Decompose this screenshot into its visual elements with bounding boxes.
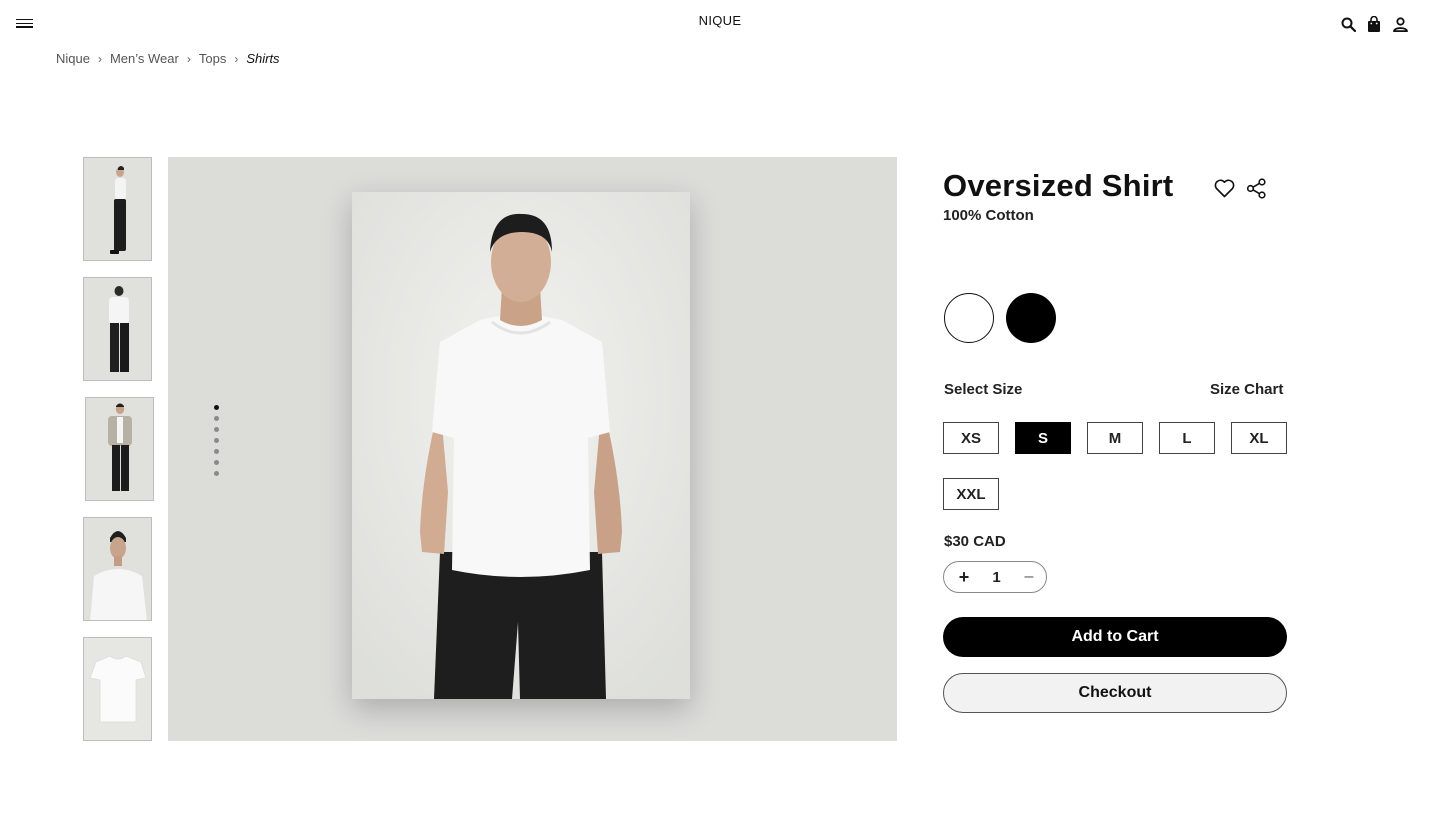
thumbnail-flatlay-view[interactable] [83, 637, 152, 741]
size-button-s[interactable]: S [1015, 422, 1071, 454]
model-photo [352, 192, 690, 699]
account-icon[interactable] [1392, 15, 1408, 33]
quantity-stepper: + 1 – [943, 561, 1047, 593]
breadcrumb-current: Shirts [246, 51, 280, 66]
color-swatch-white[interactable] [944, 293, 994, 343]
share-icon[interactable] [1246, 178, 1267, 199]
product-material: 100% Cotton [943, 207, 1034, 224]
breadcrumb-separator: › [97, 51, 102, 66]
carousel-dot[interactable] [214, 460, 219, 465]
carousel-dots [214, 405, 220, 482]
brand-logo[interactable]: NIQUE [0, 13, 1440, 28]
breadcrumb-separator: › [186, 51, 191, 66]
product-title: Oversized Shirt [943, 168, 1174, 203]
size-button-xl[interactable]: XL [1231, 422, 1287, 454]
header-actions [1340, 15, 1408, 33]
carousel-dot[interactable] [214, 405, 219, 410]
thumbnail-back-view[interactable] [83, 277, 152, 381]
add-to-cart-button[interactable]: Add to Cart [943, 617, 1287, 657]
quantity-increase-button[interactable]: + [957, 568, 971, 586]
breadcrumb: Nique › Men’s Wear › Tops › Shirts [56, 51, 280, 66]
main-product-image [168, 157, 897, 741]
size-button-l[interactable]: L [1159, 422, 1215, 454]
select-size-label: Select Size [944, 381, 1023, 398]
color-swatch-black[interactable] [1006, 293, 1056, 343]
carousel-dot[interactable] [214, 438, 219, 443]
checkout-button[interactable]: Checkout [943, 673, 1287, 713]
search-icon[interactable] [1340, 15, 1356, 33]
breadcrumb-tops[interactable]: Tops [199, 51, 226, 66]
thumbnail-closeup-view[interactable] [83, 517, 152, 621]
heart-icon[interactable] [1214, 179, 1235, 198]
carousel-dot[interactable] [214, 449, 219, 454]
thumbnail-side-view[interactable] [83, 157, 152, 261]
carousel-dot[interactable] [214, 427, 219, 432]
quantity-decrease-button[interactable]: – [1022, 569, 1036, 585]
breadcrumb-separator: › [234, 51, 239, 66]
size-button-m[interactable]: M [1087, 422, 1143, 454]
carousel-dot[interactable] [214, 416, 219, 421]
carousel-dot[interactable] [214, 471, 219, 476]
breadcrumb-mens-wear[interactable]: Men’s Wear [110, 51, 179, 66]
quantity-value[interactable]: 1 [987, 569, 1007, 586]
breadcrumb-nique[interactable]: Nique [56, 51, 90, 66]
size-button-xxl[interactable]: XXL [943, 478, 999, 510]
size-button-xs[interactable]: XS [943, 422, 999, 454]
size-chart-link[interactable]: Size Chart [1210, 381, 1283, 398]
product-price: $30 CAD [944, 533, 1006, 550]
thumbnail-jacket-view[interactable] [85, 397, 154, 501]
shopping-bag-icon[interactable] [1366, 15, 1382, 33]
